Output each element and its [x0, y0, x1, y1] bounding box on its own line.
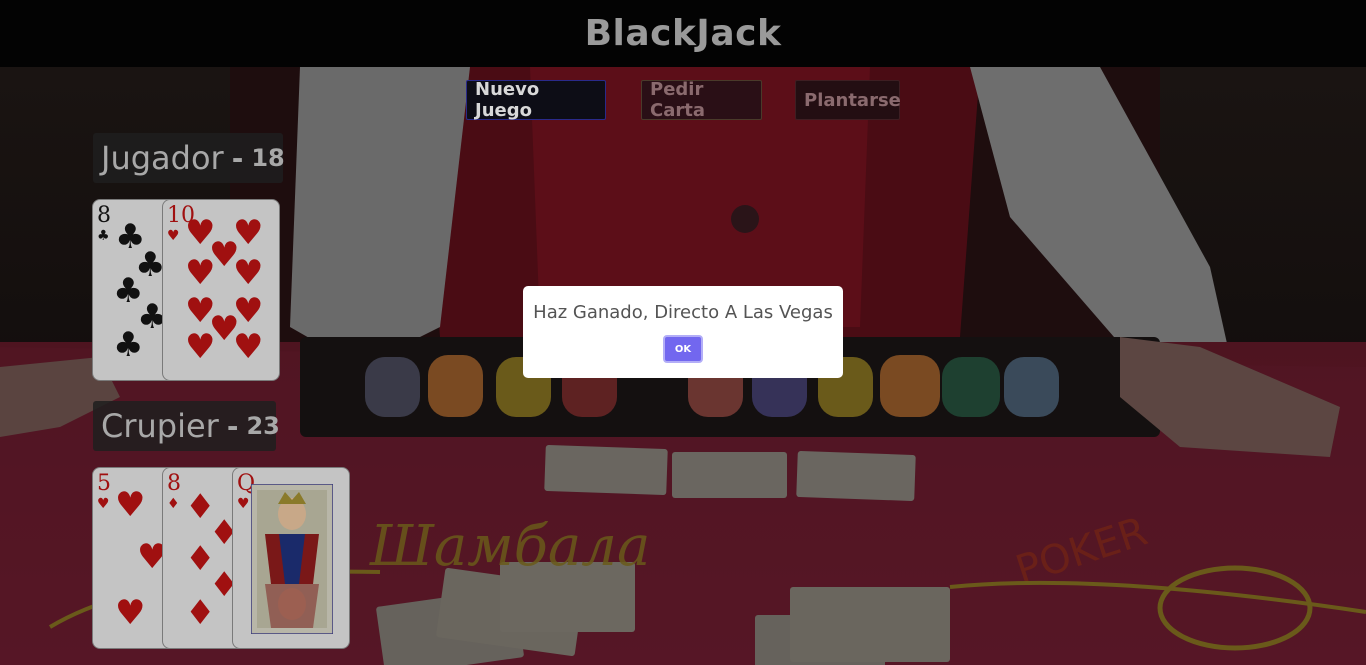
heart-icon: ♥	[115, 485, 146, 525]
diamond-icon: ♦	[167, 496, 180, 512]
dealer-card-3: Q ♥	[232, 467, 350, 649]
dealer-label: Crupier	[101, 407, 219, 445]
hit-button[interactable]: Pedir Carta	[641, 79, 762, 121]
heart-icon: ♥	[185, 327, 216, 367]
card-rank: 8	[97, 203, 111, 228]
player-score: 18	[251, 144, 285, 172]
club-icon: ♣	[113, 325, 144, 365]
card-rank: 5	[97, 471, 111, 496]
club-icon: ♣	[97, 228, 110, 244]
diamond-icon: ♦	[185, 593, 216, 633]
dealer-score-heading: Crupier - 23	[93, 401, 280, 451]
heart-icon: ♥	[237, 496, 250, 512]
app-title: BlackJack	[584, 13, 782, 54]
dealer-score: 23	[246, 412, 280, 440]
player-score-heading: Jugador - 18	[93, 133, 285, 183]
card-rank: 8	[167, 471, 181, 496]
dealer-separator: -	[226, 409, 239, 443]
result-message: Haz Ganado, Directo A Las Vegas	[533, 302, 833, 323]
player-label: Jugador	[101, 139, 224, 177]
heart-icon: ♥	[167, 228, 180, 244]
game-controls: Nuevo Juego Pedir Carta Plantarse	[0, 79, 1366, 121]
player-separator: -	[231, 141, 244, 175]
app-header: BlackJack	[0, 0, 1366, 67]
heart-icon: ♥	[233, 253, 264, 293]
queen-face-art	[251, 484, 333, 634]
ok-button[interactable]: OK	[663, 335, 703, 363]
stand-button[interactable]: Plantarse	[795, 80, 901, 120]
heart-icon: ♥	[97, 496, 110, 512]
new-game-button[interactable]: Nuevo Juego	[466, 79, 606, 121]
svg-text:Шамбала: Шамбала	[369, 514, 650, 579]
heart-icon: ♥	[185, 253, 216, 293]
heart-icon: ♥	[233, 327, 264, 367]
result-dialog: Haz Ganado, Directo A Las Vegas OK	[523, 286, 843, 378]
heart-icon: ♥	[115, 593, 146, 633]
player-card-2: 10 ♥ ♥ ♥ ♥ ♥ ♥ ♥ ♥ ♥ ♥ ♥	[162, 199, 280, 381]
